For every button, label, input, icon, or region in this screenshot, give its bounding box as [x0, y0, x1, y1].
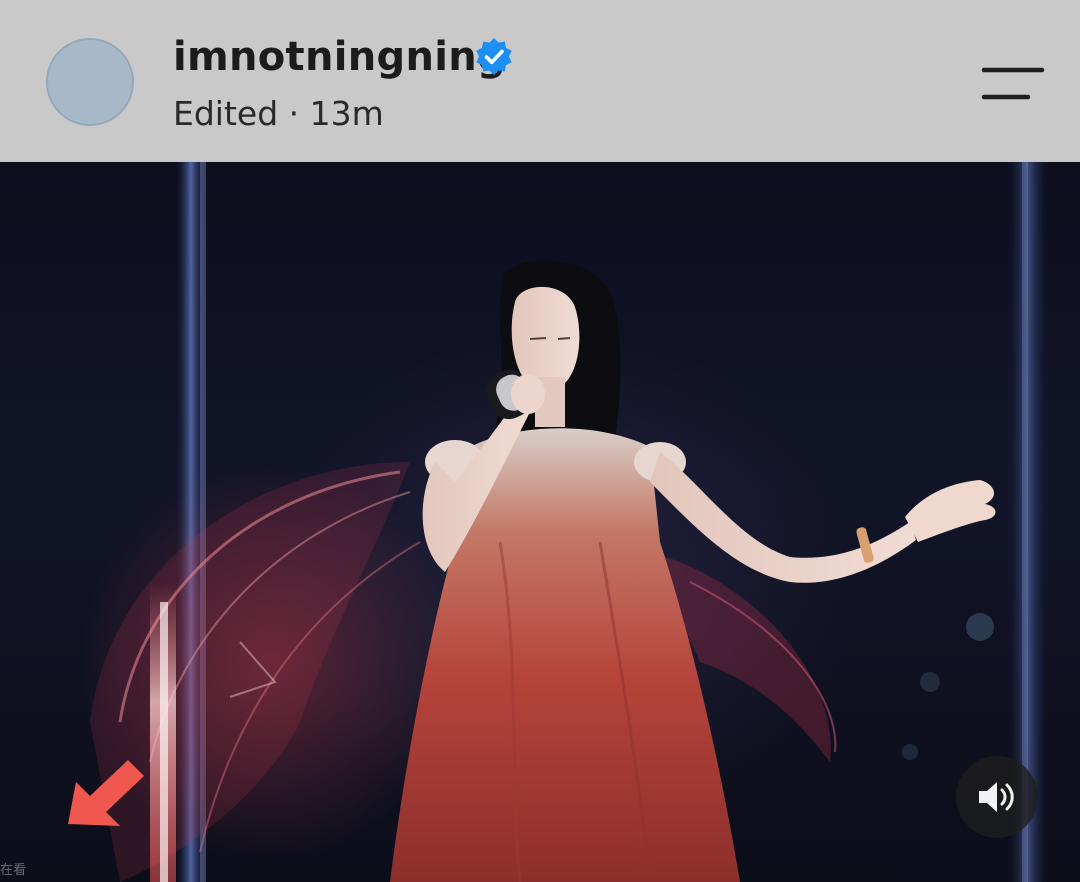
- video-caption-text: 在看: [0, 863, 27, 878]
- sound-toggle-button[interactable]: [956, 756, 1038, 838]
- speaker-volume-icon: [979, 782, 1014, 812]
- avatar[interactable]: [46, 38, 134, 126]
- username[interactable]: imnotningning: [173, 34, 506, 80]
- arrow-down-left-icon: [68, 760, 144, 826]
- video-frame: [80, 162, 1048, 882]
- verified-badge-icon: [476, 38, 512, 75]
- video-player[interactable]: 在看: [0, 162, 1080, 882]
- hamburger-menu-icon[interactable]: [980, 64, 1046, 104]
- post-header: imnotningning Edited · 13m: [0, 0, 1080, 162]
- post-meta: Edited · 13m: [173, 94, 384, 133]
